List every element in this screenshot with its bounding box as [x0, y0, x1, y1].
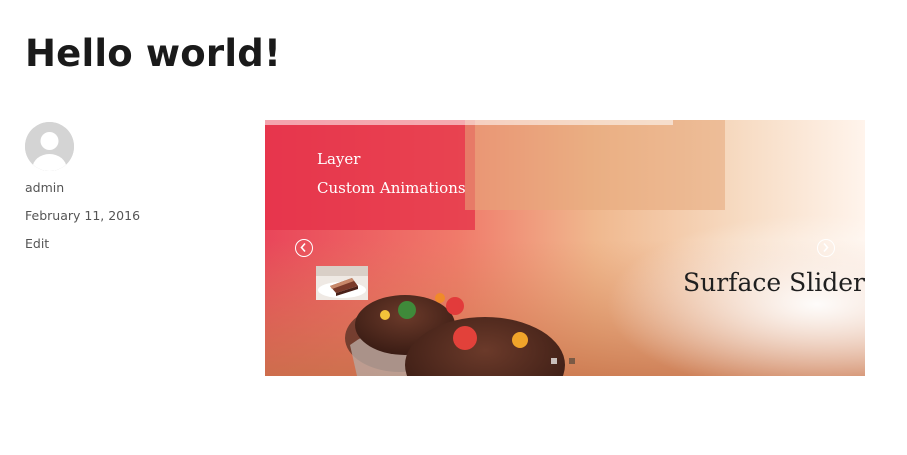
- post-date-link[interactable]: February 11, 2016: [25, 208, 140, 223]
- post-author-link[interactable]: admin: [25, 180, 64, 195]
- avatar-icon: [25, 122, 74, 171]
- slide-thumbnail[interactable]: [316, 266, 368, 300]
- page-title: Hello world!: [25, 32, 282, 75]
- slider-bullet-2-active[interactable]: [569, 358, 575, 364]
- slider-bullet-1[interactable]: [551, 358, 557, 364]
- slide-layer-text: Layer: [317, 150, 361, 168]
- edit-link-label[interactable]: Edit: [25, 236, 49, 251]
- avatar[interactable]: [25, 122, 74, 171]
- slider-next-button[interactable]: [817, 239, 835, 257]
- post-author[interactable]: admin: [25, 180, 64, 196]
- slider-prev-button[interactable]: [295, 239, 313, 257]
- edit-link[interactable]: Edit: [25, 236, 49, 252]
- image-slider[interactable]: Layer Custom Animations Surface Slider: [265, 120, 865, 376]
- slide-layer-text: Custom Animations: [317, 179, 466, 197]
- slider-progress-bar: [265, 120, 673, 125]
- cake-thumbnail-image: [316, 266, 368, 300]
- slide-caption: Surface Slider: [683, 268, 865, 297]
- chevron-left-icon: [300, 242, 306, 253]
- chevron-right-icon: [823, 242, 829, 253]
- post-date[interactable]: February 11, 2016: [25, 208, 140, 224]
